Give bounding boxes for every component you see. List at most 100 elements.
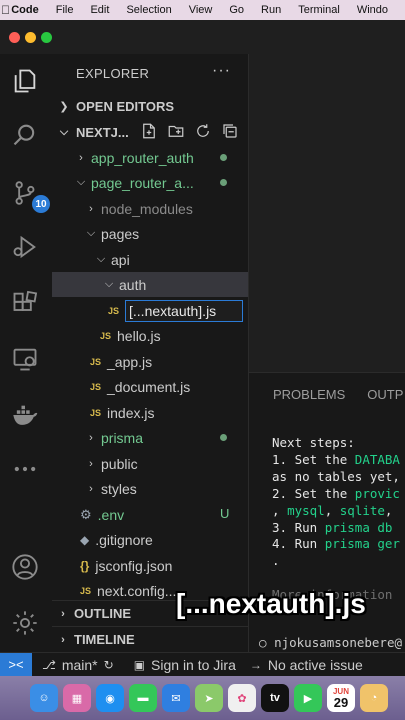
macos-dock: ☺ ▦ ◉ ▬ ✉ ➤ ✿ tv ▶ JUN 29 ◔ bbox=[0, 676, 405, 720]
explorer-more-actions-icon[interactable]: ··· bbox=[212, 62, 231, 80]
terminal-highlight: mysql bbox=[287, 502, 325, 518]
safari-icon[interactable]: ◉ bbox=[96, 684, 124, 712]
tree-file-document[interactable]: JS _document.js bbox=[52, 374, 248, 399]
tree-label: pages bbox=[101, 225, 140, 242]
git-status-dot bbox=[220, 434, 227, 441]
tree-folder-page-router-auth[interactable]: ⌵ page_router_a... bbox=[52, 170, 248, 195]
maps-icon[interactable]: ➤ bbox=[195, 684, 223, 712]
extensions-icon[interactable] bbox=[8, 286, 42, 320]
branch-indicator[interactable]: ⎇ main* ↻ bbox=[42, 657, 120, 673]
terminal-output[interactable]: Next steps: 1. Set the DATABA as no tabl… bbox=[272, 435, 400, 604]
chevron-down-icon: ⌵ bbox=[96, 253, 106, 265]
tree-file-nextauth[interactable]: JS [...nextauth].js bbox=[52, 298, 248, 323]
chevron-down-icon: ⌵ bbox=[86, 227, 96, 239]
new-file-icon[interactable] bbox=[140, 122, 158, 140]
remote-indicator-icon[interactable]: >< bbox=[0, 652, 32, 677]
tree-label: next.config... bbox=[97, 582, 177, 599]
close-window-button[interactable] bbox=[9, 32, 20, 43]
account-icon[interactable] bbox=[8, 550, 42, 584]
tree-folder-prisma[interactable]: › prisma bbox=[52, 425, 248, 450]
settings-gear-icon[interactable] bbox=[8, 606, 42, 640]
rename-file-input[interactable]: [...nextauth].js bbox=[125, 299, 244, 322]
finder-icon[interactable]: ☺ bbox=[30, 684, 58, 712]
menu-terminal[interactable]: Terminal bbox=[298, 4, 340, 16]
window-title-bar bbox=[0, 20, 405, 54]
tree-folder-pages[interactable]: ⌵ pages bbox=[52, 221, 248, 246]
tree-label: styles bbox=[101, 480, 137, 497]
jira-icon: ▣ bbox=[133, 657, 146, 672]
tree-file-index[interactable]: JS index.js bbox=[52, 400, 248, 425]
tree-folder-public[interactable]: › public bbox=[52, 451, 248, 476]
jira-sign-in[interactable]: ▣ Sign in to Jira bbox=[134, 657, 236, 673]
apple-tv-icon[interactable]: tv bbox=[261, 684, 289, 712]
project-label: NEXTJ... bbox=[76, 124, 129, 140]
apple-icon[interactable]:  bbox=[0, 3, 11, 17]
more-icon[interactable] bbox=[8, 452, 42, 486]
contacts-icon[interactable]: ◔ bbox=[360, 684, 388, 712]
terminal-line: Next steps: bbox=[272, 435, 355, 450]
minimize-window-button[interactable] bbox=[25, 32, 36, 43]
tree-label: node_modules bbox=[101, 200, 193, 217]
explorer-toolbar bbox=[140, 122, 239, 140]
menu-window[interactable]: Windo bbox=[357, 4, 388, 16]
refresh-icon[interactable] bbox=[194, 122, 212, 140]
tree-folder-styles[interactable]: › styles bbox=[52, 476, 248, 501]
menu-edit[interactable]: Edit bbox=[90, 4, 109, 16]
facetime-icon[interactable]: ▶ bbox=[294, 684, 322, 712]
gear-icon: ⚙ bbox=[80, 506, 92, 522]
mail-icon[interactable]: ✉ bbox=[162, 684, 190, 712]
tab-output[interactable]: OUTP bbox=[367, 387, 403, 402]
menu-file[interactable]: File bbox=[56, 4, 74, 16]
terminal-highlight: sqlite bbox=[339, 502, 385, 518]
messages-icon[interactable]: ▬ bbox=[129, 684, 157, 712]
docker-icon[interactable] bbox=[8, 398, 42, 432]
terminal-highlight: DATABA bbox=[354, 451, 400, 467]
terminal-text: , bbox=[272, 502, 288, 518]
arrow-right-icon: → bbox=[249, 657, 262, 672]
js-file-icon: JS bbox=[100, 330, 112, 341]
new-folder-icon[interactable] bbox=[167, 122, 185, 140]
menu-go[interactable]: Go bbox=[229, 4, 244, 16]
run-debug-icon[interactable] bbox=[8, 230, 42, 264]
calendar-icon[interactable]: JUN 29 bbox=[327, 684, 355, 712]
tree-folder-auth[interactable]: ⌵ auth bbox=[52, 272, 248, 297]
collapse-all-icon[interactable] bbox=[221, 122, 239, 140]
git-status-dot bbox=[220, 179, 227, 186]
terminal-prompt: ○ njokusamsonebere@ bbox=[259, 635, 402, 650]
tree-file-env[interactable]: ⚙ .env U bbox=[52, 502, 248, 527]
tree-label: _document.js bbox=[107, 378, 191, 395]
tree-file-gitignore[interactable]: ◆ .gitignore bbox=[52, 527, 248, 552]
tree-folder-api[interactable]: ⌵ api bbox=[52, 247, 248, 272]
editor-area[interactable] bbox=[248, 54, 405, 372]
open-editors-section[interactable]: ❯ OPEN EDITORS bbox=[52, 94, 248, 118]
tree-folder-node-modules[interactable]: › node_modules bbox=[52, 196, 248, 221]
js-file-icon: JS bbox=[90, 381, 102, 392]
js-file-icon: JS bbox=[90, 356, 102, 367]
chevron-down-icon: ⌵ bbox=[59, 125, 69, 138]
chevron-right-icon: › bbox=[89, 457, 93, 470]
tree-file-jsconfig[interactable]: {} jsconfig.json bbox=[52, 553, 248, 578]
remote-explorer-icon[interactable] bbox=[8, 342, 42, 376]
tree-folder-app-router-auth[interactable]: › app_router_auth bbox=[52, 145, 248, 170]
menu-view[interactable]: View bbox=[189, 4, 213, 16]
tree-file-app[interactable]: JS _app.js bbox=[52, 349, 248, 374]
json-file-icon: {} bbox=[80, 558, 90, 573]
jira-issue-status[interactable]: → No active issue bbox=[250, 657, 363, 673]
zoom-window-button[interactable] bbox=[41, 32, 52, 43]
explorer-icon[interactable] bbox=[8, 64, 42, 98]
menu-code[interactable]: Code bbox=[11, 4, 39, 16]
tree-label: .gitignore bbox=[95, 531, 153, 548]
search-icon[interactable] bbox=[8, 118, 42, 152]
prompt-user: njokusamsonebere@ bbox=[274, 635, 402, 650]
tree-file-hello[interactable]: JS hello.js bbox=[52, 323, 248, 348]
tree-label: auth bbox=[119, 276, 147, 293]
photos-icon[interactable]: ✿ bbox=[228, 684, 256, 712]
tab-problems[interactable]: PROBLEMS bbox=[273, 387, 345, 402]
menu-run[interactable]: Run bbox=[261, 4, 281, 16]
timeline-section[interactable]: › TIMELINE bbox=[52, 626, 248, 652]
untracked-status: U bbox=[220, 506, 230, 521]
terminal-text: , bbox=[384, 502, 393, 518]
launchpad-icon[interactable]: ▦ bbox=[63, 684, 91, 712]
menu-selection[interactable]: Selection bbox=[126, 4, 171, 16]
source-control-icon[interactable]: 10 bbox=[8, 176, 50, 213]
